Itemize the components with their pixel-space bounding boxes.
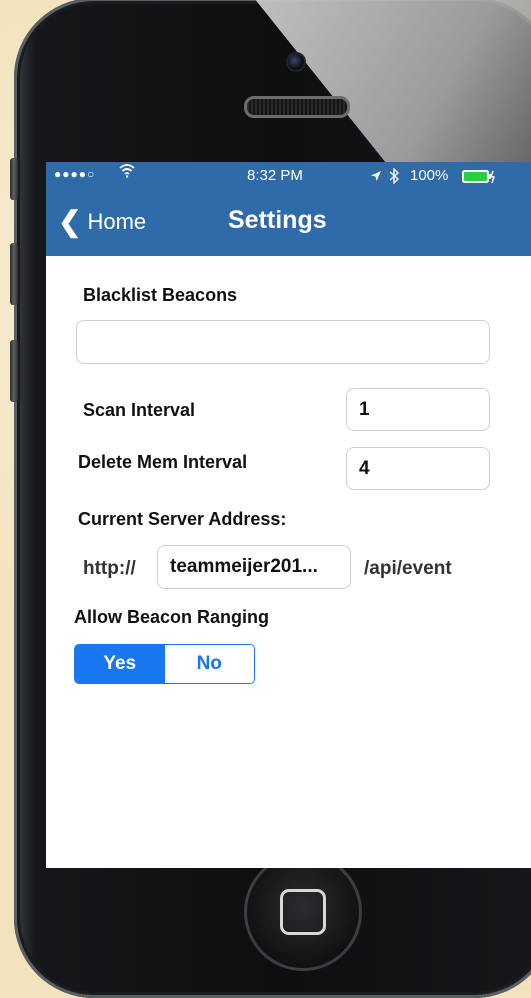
bluetooth-icon <box>389 167 400 188</box>
earpiece-speaker <box>244 96 350 118</box>
mute-switch <box>10 158 18 200</box>
home-square-icon <box>280 889 326 935</box>
chevron-left-icon: ❮ <box>58 206 82 237</box>
app-screen: ●●●●○ 8:32 PM 100% ❮ Home Settings Black… <box>46 162 531 868</box>
back-button-label: Home <box>87 209 147 234</box>
status-bar: ●●●●○ 8:32 PM 100% <box>46 162 531 192</box>
server-suffix: /api/event <box>364 558 452 579</box>
server-address-label: Current Server Address: <box>78 509 287 529</box>
location-arrow-icon <box>370 169 382 186</box>
ranging-no-option[interactable]: No <box>164 645 254 683</box>
server-address-input[interactable]: teammeijer201... <box>157 545 351 589</box>
home-button[interactable] <box>244 853 362 971</box>
volume-down-button <box>10 340 18 402</box>
delete-mem-interval-label: Delete Mem Interval <box>78 452 248 472</box>
navigation-bar: ❮ Home Settings <box>46 192 531 256</box>
blacklist-label: Blacklist Beacons <box>83 285 238 305</box>
screen-glare <box>254 0 531 178</box>
page-title: Settings <box>228 206 327 234</box>
delete-mem-interval-input[interactable]: 4 <box>346 447 490 490</box>
wifi-icon <box>119 164 135 182</box>
front-camera <box>286 52 306 72</box>
beacon-ranging-label: Allow Beacon Ranging <box>74 607 270 627</box>
back-button[interactable]: ❮ Home <box>58 208 146 236</box>
beacon-ranging-toggle[interactable]: Yes No <box>74 644 255 684</box>
scan-interval-input[interactable]: 1 <box>346 388 490 431</box>
server-prefix: http:// <box>83 558 136 579</box>
ranging-yes-option[interactable]: Yes <box>75 645 165 683</box>
blacklist-input[interactable] <box>76 320 490 364</box>
battery-percent: 100% <box>410 167 449 184</box>
scan-interval-label: Scan Interval <box>83 400 196 420</box>
volume-up-button <box>10 243 18 305</box>
battery-charging-icon <box>462 170 496 188</box>
signal-strength: ●●●●○ <box>54 167 96 181</box>
status-time: 8:32 PM <box>247 167 303 184</box>
